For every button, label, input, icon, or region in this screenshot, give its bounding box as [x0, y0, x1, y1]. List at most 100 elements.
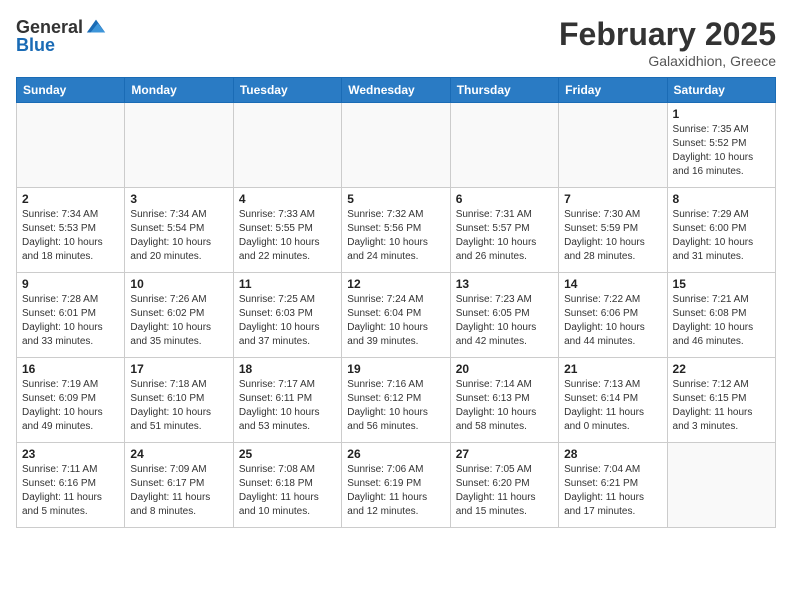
calendar-day-cell: 16Sunrise: 7:19 AM Sunset: 6:09 PM Dayli… [17, 358, 125, 443]
day-info: Sunrise: 7:12 AM Sunset: 6:15 PM Dayligh… [673, 378, 770, 434]
title-section: February 2025 Galaxidhion, Greece [559, 16, 776, 69]
day-number: 23 [22, 447, 119, 461]
calendar-day-header: Wednesday [342, 78, 450, 103]
logo-icon [85, 16, 107, 38]
day-info: Sunrise: 7:04 AM Sunset: 6:21 PM Dayligh… [564, 463, 661, 519]
day-number: 7 [564, 192, 661, 206]
calendar-day-cell: 15 Sunrise: 7:21 AM Sunset: 6:08 PM Dayli… [667, 273, 775, 358]
day-number: 24 [130, 447, 227, 461]
calendar-day-cell: 12 Sunrise: 7:24 AM Sunset: 6:04 PM Dayli… [342, 273, 450, 358]
day-info: Sunrise: 7:29 AM Sunset: 6:00 PM Dayligh… [673, 208, 770, 264]
calendar-day-cell: 22 Sunrise: 7:12 AM Sunset: 6:15 PM Dayli… [667, 358, 775, 443]
calendar-day-cell: 2 Sunrise: 7:34 AM Sunset: 5:53 PM Daylig… [17, 188, 125, 273]
day-info: Sunrise: 7:06 AM Sunset: 6:19 PM Dayligh… [347, 463, 444, 519]
calendar-day-cell: 14 Sunrise: 7:22 AM Sunset: 6:06 PM Dayli… [559, 273, 667, 358]
day-info: Sunrise: 7:22 AM Sunset: 6:06 PM Dayligh… [564, 293, 661, 349]
calendar-week-row: 23 Sunrise: 7:11 AM Sunset: 6:16 PM Dayli… [17, 443, 776, 528]
calendar-day-cell [342, 103, 450, 188]
day-info: Sunrise: 7:31 AM Sunset: 5:57 PM Dayligh… [456, 208, 553, 264]
day-info: Sunrise: 7:16 AM Sunset: 6:12 PM Dayligh… [347, 378, 444, 434]
day-number: 8 [673, 192, 770, 206]
day-number: 9 [22, 277, 119, 291]
day-number: 27 [456, 447, 553, 461]
calendar-day-cell: 8 Sunrise: 7:29 AM Sunset: 6:00 PM Daylig… [667, 188, 775, 273]
day-info: Sunrise: 7:32 AM Sunset: 5:56 PM Dayligh… [347, 208, 444, 264]
day-info: Sunrise: 7:17 AM Sunset: 6:11 PM Dayligh… [239, 378, 336, 434]
calendar-week-row: 2 Sunrise: 7:34 AM Sunset: 5:53 PM Daylig… [17, 188, 776, 273]
calendar-day-cell: 4 Sunrise: 7:33 AM Sunset: 5:55 PM Daylig… [233, 188, 341, 273]
day-number: 17 [130, 362, 227, 376]
calendar-day-header: Monday [125, 78, 233, 103]
day-info: Sunrise: 7:19 AM Sunset: 6:09 PM Dayligh… [22, 378, 119, 434]
calendar-day-header: Saturday [667, 78, 775, 103]
day-info: Sunrise: 7:26 AM Sunset: 6:02 PM Dayligh… [130, 293, 227, 349]
calendar-day-cell [559, 103, 667, 188]
day-number: 10 [130, 277, 227, 291]
calendar-day-cell: 11 Sunrise: 7:25 AM Sunset: 6:03 PM Dayli… [233, 273, 341, 358]
day-number: 6 [456, 192, 553, 206]
calendar-day-cell: 5 Sunrise: 7:32 AM Sunset: 5:56 PM Daylig… [342, 188, 450, 273]
day-info: Sunrise: 7:09 AM Sunset: 6:17 PM Dayligh… [130, 463, 227, 519]
calendar-day-cell [450, 103, 558, 188]
calendar-day-cell: 23 Sunrise: 7:11 AM Sunset: 6:16 PM Dayli… [17, 443, 125, 528]
day-number: 5 [347, 192, 444, 206]
day-info: Sunrise: 7:24 AM Sunset: 6:04 PM Dayligh… [347, 293, 444, 349]
day-info: Sunrise: 7:34 AM Sunset: 5:53 PM Dayligh… [22, 208, 119, 264]
calendar-day-cell: 27Sunrise: 7:05 AM Sunset: 6:20 PM Dayli… [450, 443, 558, 528]
calendar-day-header: Thursday [450, 78, 558, 103]
day-info: Sunrise: 7:28 AM Sunset: 6:01 PM Dayligh… [22, 293, 119, 349]
calendar-week-row: 9 Sunrise: 7:28 AM Sunset: 6:01 PM Daylig… [17, 273, 776, 358]
day-number: 4 [239, 192, 336, 206]
day-number: 11 [239, 277, 336, 291]
calendar-day-cell: 28 Sunrise: 7:04 AM Sunset: 6:21 PM Dayli… [559, 443, 667, 528]
day-info: Sunrise: 7:35 AM Sunset: 5:52 PM Dayligh… [673, 123, 770, 179]
day-number: 15 [673, 277, 770, 291]
logo-blue: Blue [16, 35, 55, 55]
day-number: 13 [456, 277, 553, 291]
day-info: Sunrise: 7:33 AM Sunset: 5:55 PM Dayligh… [239, 208, 336, 264]
day-number: 2 [22, 192, 119, 206]
calendar-day-cell: 19 Sunrise: 7:16 AM Sunset: 6:12 PM Dayli… [342, 358, 450, 443]
day-info: Sunrise: 7:30 AM Sunset: 5:59 PM Dayligh… [564, 208, 661, 264]
day-number: 14 [564, 277, 661, 291]
calendar-day-cell: 10 Sunrise: 7:26 AM Sunset: 6:02 PM Dayli… [125, 273, 233, 358]
day-number: 3 [130, 192, 227, 206]
calendar-day-cell: 26 Sunrise: 7:06 AM Sunset: 6:19 PM Dayli… [342, 443, 450, 528]
calendar-day-cell: 7 Sunrise: 7:30 AM Sunset: 5:59 PM Daylig… [559, 188, 667, 273]
calendar-day-cell: 21Sunrise: 7:13 AM Sunset: 6:14 PM Dayli… [559, 358, 667, 443]
day-number: 18 [239, 362, 336, 376]
calendar-header-row: SundayMondayTuesdayWednesdayThursdayFrid… [17, 78, 776, 103]
calendar-day-header: Sunday [17, 78, 125, 103]
day-number: 21 [564, 362, 661, 376]
day-info: Sunrise: 7:25 AM Sunset: 6:03 PM Dayligh… [239, 293, 336, 349]
day-info: Sunrise: 7:14 AM Sunset: 6:13 PM Dayligh… [456, 378, 553, 434]
calendar-day-cell: 20Sunrise: 7:14 AM Sunset: 6:13 PM Dayli… [450, 358, 558, 443]
day-number: 1 [673, 107, 770, 121]
day-info: Sunrise: 7:18 AM Sunset: 6:10 PM Dayligh… [130, 378, 227, 434]
day-number: 26 [347, 447, 444, 461]
calendar-day-cell: 18 Sunrise: 7:17 AM Sunset: 6:11 PM Dayli… [233, 358, 341, 443]
day-info: Sunrise: 7:21 AM Sunset: 6:08 PM Dayligh… [673, 293, 770, 349]
calendar-day-cell: 24 Sunrise: 7:09 AM Sunset: 6:17 PM Dayli… [125, 443, 233, 528]
day-number: 12 [347, 277, 444, 291]
month-title: February 2025 [559, 16, 776, 53]
calendar-week-row: 1 Sunrise: 7:35 AM Sunset: 5:52 PM Daylig… [17, 103, 776, 188]
calendar-day-cell: 9 Sunrise: 7:28 AM Sunset: 6:01 PM Daylig… [17, 273, 125, 358]
day-number: 22 [673, 362, 770, 376]
logo: General Blue [16, 16, 107, 56]
day-info: Sunrise: 7:11 AM Sunset: 6:16 PM Dayligh… [22, 463, 119, 519]
day-number: 28 [564, 447, 661, 461]
calendar-day-cell: 17 Sunrise: 7:18 AM Sunset: 6:10 PM Dayli… [125, 358, 233, 443]
calendar-table: SundayMondayTuesdayWednesdayThursdayFrid… [16, 77, 776, 528]
calendar-day-cell [667, 443, 775, 528]
day-number: 25 [239, 447, 336, 461]
calendar-day-cell [125, 103, 233, 188]
calendar-day-cell [17, 103, 125, 188]
location: Galaxidhion, Greece [559, 53, 776, 69]
day-info: Sunrise: 7:08 AM Sunset: 6:18 PM Dayligh… [239, 463, 336, 519]
calendar-day-cell: 6 Sunrise: 7:31 AM Sunset: 5:57 PM Daylig… [450, 188, 558, 273]
calendar-day-header: Friday [559, 78, 667, 103]
calendar-day-cell: 1 Sunrise: 7:35 AM Sunset: 5:52 PM Daylig… [667, 103, 775, 188]
calendar-week-row: 16Sunrise: 7:19 AM Sunset: 6:09 PM Dayli… [17, 358, 776, 443]
day-number: 19 [347, 362, 444, 376]
